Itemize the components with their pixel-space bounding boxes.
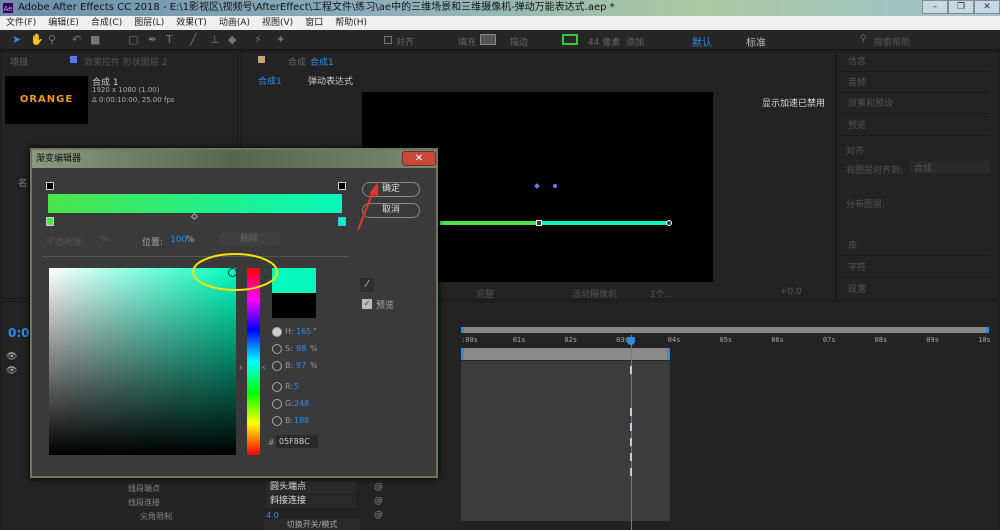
annotation-arrowhead (369, 182, 378, 196)
annotation-overlay (192, 182, 378, 291)
annotation-circle (192, 253, 278, 291)
annotation-arrow (357, 191, 374, 231)
